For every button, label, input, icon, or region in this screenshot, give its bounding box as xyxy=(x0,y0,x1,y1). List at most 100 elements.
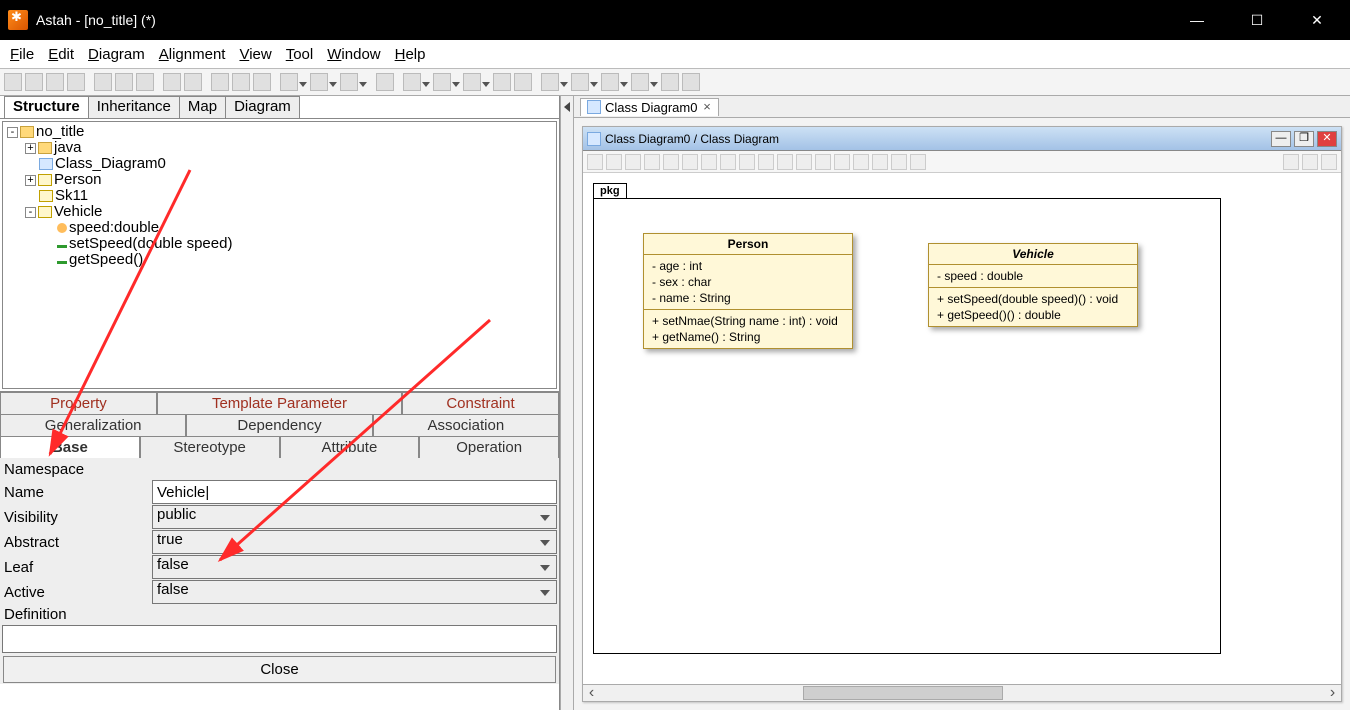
active-select[interactable]: false xyxy=(152,580,557,604)
window-minimize-button[interactable]: — xyxy=(1271,131,1291,147)
tab-generalization[interactable]: Generalization xyxy=(0,414,186,436)
nav-fwd-icon[interactable] xyxy=(340,73,358,91)
tab-property[interactable]: Property xyxy=(0,392,157,414)
visibility-select[interactable]: public xyxy=(152,505,557,529)
enum-icon[interactable] xyxy=(663,154,679,170)
redo-icon[interactable] xyxy=(184,73,202,91)
tree-sk11[interactable]: Sk11 xyxy=(55,187,88,204)
tab-dependency[interactable]: Dependency xyxy=(186,414,372,436)
distribute-v-icon[interactable] xyxy=(571,73,589,91)
h-scrollbar[interactable]: ‹ › xyxy=(583,684,1341,701)
menu-window[interactable]: Window xyxy=(323,44,384,65)
tree-setspeed[interactable]: setSpeed(double speed) xyxy=(69,235,232,252)
usage-icon[interactable] xyxy=(815,154,831,170)
paste-icon[interactable] xyxy=(115,73,133,91)
zoom-tool-icon[interactable] xyxy=(1302,154,1318,170)
tab-diagram[interactable]: Diagram xyxy=(225,96,300,118)
maximize-button[interactable]: ☐ xyxy=(1242,12,1272,29)
close-button[interactable]: ✕ xyxy=(1302,12,1332,29)
tree-diagram[interactable]: Class_Diagram0 xyxy=(55,155,166,172)
tab-inheritance[interactable]: Inheritance xyxy=(88,96,180,118)
tab-stereotype[interactable]: Stereotype xyxy=(140,436,280,458)
tree-java[interactable]: java xyxy=(54,139,82,156)
save-icon[interactable] xyxy=(46,73,64,91)
tree-vehicle[interactable]: Vehicle xyxy=(54,203,102,220)
scroll-right-icon[interactable]: › xyxy=(1324,685,1341,701)
scroll-thumb[interactable] xyxy=(803,686,1003,700)
select-icon[interactable] xyxy=(280,73,298,91)
menu-tool[interactable]: Tool xyxy=(282,44,318,65)
menu-edit[interactable]: Edit xyxy=(44,44,78,65)
zoom-out-icon[interactable] xyxy=(211,73,229,91)
align-left-icon[interactable] xyxy=(403,73,421,91)
tree-root[interactable]: no_title xyxy=(36,123,84,140)
package-icon[interactable] xyxy=(625,154,641,170)
align-vmid-icon[interactable] xyxy=(514,73,532,91)
window-restore-button[interactable]: ❐ xyxy=(1294,131,1314,147)
tree-speed[interactable]: speed:double xyxy=(69,219,159,236)
tree-getspeed[interactable]: getSpeed() xyxy=(69,251,143,268)
menu-file[interactable]: File xyxy=(6,44,38,65)
tab-base[interactable]: Base xyxy=(0,436,140,458)
align-right-icon[interactable] xyxy=(463,73,481,91)
tab-association[interactable]: Association xyxy=(373,414,559,436)
line-icon[interactable] xyxy=(682,154,698,170)
dots-icon[interactable] xyxy=(853,154,869,170)
definition-box[interactable] xyxy=(2,625,557,653)
tab-map[interactable]: Map xyxy=(179,96,226,118)
align-center-icon[interactable] xyxy=(433,73,451,91)
layout-icon[interactable] xyxy=(601,73,619,91)
tab-template-parameter[interactable]: Template Parameter xyxy=(157,392,402,414)
tree-person[interactable]: Person xyxy=(54,171,102,188)
minimize-button[interactable]: — xyxy=(1182,12,1212,29)
assoc-icon[interactable] xyxy=(701,154,717,170)
diagram-canvas[interactable]: pkg Person - age : int - sex : char - na… xyxy=(583,173,1341,684)
dep-icon[interactable] xyxy=(758,154,774,170)
zoom-fit-icon[interactable] xyxy=(232,73,250,91)
menu-view[interactable]: View xyxy=(235,44,275,65)
cursor-icon[interactable] xyxy=(587,154,603,170)
misc-2-icon[interactable] xyxy=(682,73,700,91)
copy-icon[interactable] xyxy=(94,73,112,91)
pan-icon[interactable] xyxy=(1321,154,1337,170)
tab-constraint[interactable]: Constraint xyxy=(402,392,559,414)
scroll-left-icon[interactable]: ‹ xyxy=(583,685,600,701)
tab-structure[interactable]: Structure xyxy=(4,96,89,118)
open-icon[interactable] xyxy=(25,73,43,91)
doc-tab-class-diagram[interactable]: Class Diagram0 × xyxy=(580,98,719,116)
new-icon[interactable] xyxy=(4,73,22,91)
print-icon[interactable] xyxy=(67,73,85,91)
close-tab-icon[interactable]: × xyxy=(701,102,712,113)
tab-attribute[interactable]: Attribute xyxy=(280,436,420,458)
splitter[interactable] xyxy=(560,96,574,710)
text-icon[interactable] xyxy=(872,154,888,170)
misc-1-icon[interactable] xyxy=(661,73,679,91)
class-icon[interactable] xyxy=(606,154,622,170)
tab-operation[interactable]: Operation xyxy=(419,436,559,458)
uml-class-person[interactable]: Person - age : int - sex : char - name :… xyxy=(643,233,853,349)
abstract-select[interactable]: true xyxy=(152,530,557,554)
comp-icon[interactable] xyxy=(796,154,812,170)
resize-icon[interactable] xyxy=(631,73,649,91)
aggr-icon[interactable] xyxy=(777,154,793,170)
gen-icon[interactable] xyxy=(720,154,736,170)
distribute-h-icon[interactable] xyxy=(541,73,559,91)
interface-icon[interactable] xyxy=(644,154,660,170)
snap-icon[interactable] xyxy=(1283,154,1299,170)
align-top-icon[interactable] xyxy=(493,73,511,91)
window-close-button[interactable]: ✕ xyxy=(1317,131,1337,147)
leaf-select[interactable]: false xyxy=(152,555,557,579)
menu-alignment[interactable]: Alignment xyxy=(155,44,230,65)
menu-diagram[interactable]: Diagram xyxy=(84,44,149,65)
undo-icon[interactable] xyxy=(163,73,181,91)
nav-back-icon[interactable] xyxy=(310,73,328,91)
grid-icon[interactable] xyxy=(376,73,394,91)
name-field[interactable] xyxy=(152,480,557,504)
menu-help[interactable]: Help xyxy=(391,44,430,65)
structure-tree[interactable]: -no_title +java Class_Diagram0 +Person S… xyxy=(2,121,557,389)
port-icon[interactable] xyxy=(834,154,850,170)
real-icon[interactable] xyxy=(739,154,755,170)
rect-icon[interactable] xyxy=(891,154,907,170)
cut-icon[interactable] xyxy=(136,73,154,91)
image-icon[interactable] xyxy=(910,154,926,170)
